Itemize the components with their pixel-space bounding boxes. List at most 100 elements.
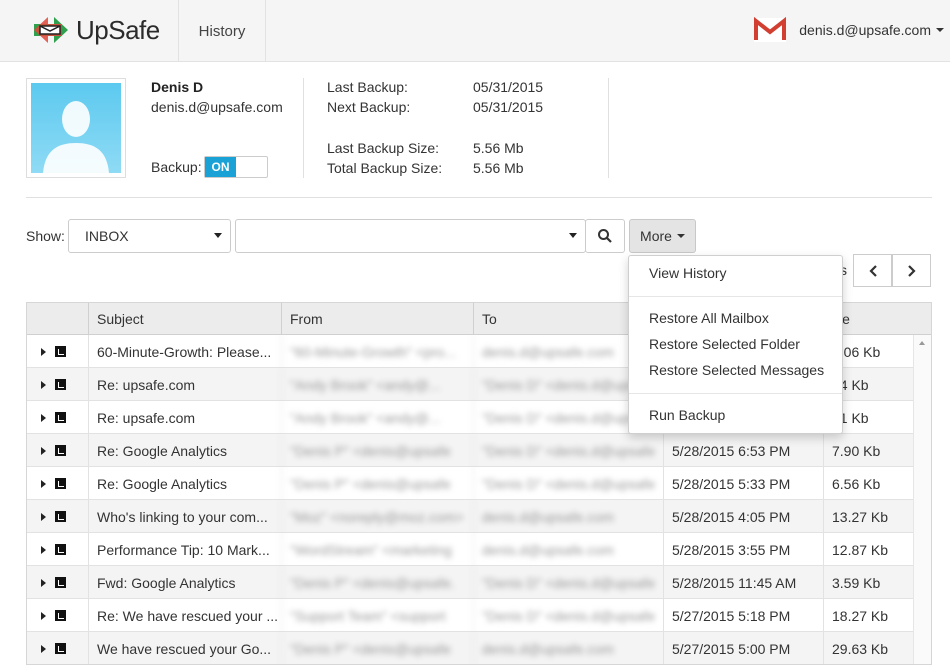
cell-subject: Performance Tip: 10 Mark... — [88, 533, 281, 566]
user-silhouette-icon — [31, 83, 121, 173]
profile-name: Denis D — [151, 79, 204, 95]
cell-from: "Denis P" <denis@upsafe — [281, 467, 473, 500]
open-message-icon[interactable] — [55, 643, 66, 654]
cell-size: 12.87 Kb — [823, 533, 915, 566]
open-message-icon[interactable] — [55, 610, 66, 621]
cell-subject: Re: upsafe.com — [88, 401, 281, 434]
backup-toggle[interactable]: ON — [204, 156, 268, 178]
cell-from: "Support Team" <support — [281, 599, 473, 632]
expand-arrow-icon[interactable] — [41, 645, 46, 653]
expand-arrow-icon[interactable] — [41, 348, 46, 356]
divider — [608, 78, 609, 178]
expand-arrow-icon[interactable] — [41, 513, 46, 521]
cell-to: "Denis D" <denis.d@upsafe — [473, 599, 663, 632]
caret-down-icon — [569, 233, 577, 238]
cell-from: "WordStream" <marketing — [281, 533, 473, 566]
folder-select-value: INBOX — [85, 228, 129, 244]
open-message-icon[interactable] — [55, 346, 66, 357]
nav-history[interactable]: History — [178, 0, 266, 62]
open-message-icon[interactable] — [55, 511, 66, 522]
cell-subject: Re: Google Analytics — [88, 434, 281, 467]
caret-down-icon — [214, 233, 222, 238]
table-row[interactable]: Re: Google Analytics "Denis P" <denis@ups… — [27, 467, 915, 500]
menu-run-backup[interactable]: Run Backup — [629, 402, 842, 428]
user-menu[interactable]: denis.d@upsafe.com — [753, 12, 944, 48]
last-backup-value: 05/31/2015 — [473, 79, 544, 95]
table-row[interactable]: Fwd: Google Analytics "Denis P" <denis@up… — [27, 566, 915, 599]
profile-panel: Denis D denis.d@upsafe.com Backup: ON La… — [26, 76, 932, 198]
expand-arrow-icon[interactable] — [41, 579, 46, 587]
backup-toggle-on: ON — [205, 157, 236, 177]
cell-from: "Denis P" <denis@upsafe. — [281, 566, 473, 599]
expand-arrow-icon[interactable] — [41, 447, 46, 455]
scrollbar[interactable] — [913, 335, 931, 664]
cell-size: 6.56 Kb — [823, 467, 915, 500]
cell-subject: Re: Google Analytics — [88, 467, 281, 500]
cell-from: "Denis P" <denis@upsafe — [281, 632, 473, 664]
open-message-icon[interactable] — [55, 412, 66, 423]
search-button[interactable] — [585, 219, 625, 253]
next-backup-label: Next Backup: — [327, 99, 411, 115]
menu-view-history[interactable]: View History — [629, 260, 842, 286]
cell-date: 5/28/2015 5:33 PM — [663, 467, 823, 500]
cell-date: 5/27/2015 5:18 PM — [663, 599, 823, 632]
cell-to: "Denis D" <denis.d@upsafe — [473, 566, 663, 599]
show-label: Show: — [26, 228, 65, 244]
scroll-up-icon[interactable] — [919, 341, 925, 345]
prev-page-button[interactable] — [853, 254, 892, 287]
more-button[interactable]: More — [629, 219, 696, 253]
header-from[interactable]: From — [281, 303, 473, 335]
table-row[interactable]: Re: We have rescued your ... "Support Tea… — [27, 599, 915, 632]
cell-from: "Denis P" <denis@upsafe — [281, 434, 473, 467]
next-page-button[interactable] — [892, 254, 931, 287]
menu-restore-all-mailbox[interactable]: Restore All Mailbox — [629, 305, 842, 331]
open-message-icon[interactable] — [55, 577, 66, 588]
cell-to: denis.d@upsafe.com — [473, 500, 663, 533]
cell-subject: Who's linking to your com... — [88, 500, 281, 533]
cell-from: "Andy Brook" <andy@... — [281, 401, 473, 434]
cell-from: "60-Minute-Growth" <pro... — [281, 335, 473, 368]
cell-from: "Andy Brook" <andy@... — [281, 368, 473, 401]
expand-arrow-icon[interactable] — [41, 612, 46, 620]
cell-subject: Re: We have rescued your ... — [88, 599, 281, 632]
cell-size: 29.63 Kb — [823, 632, 915, 664]
menu-restore-selected-messages[interactable]: Restore Selected Messages — [629, 357, 842, 383]
more-label: More — [640, 228, 672, 244]
table-row[interactable]: Performance Tip: 10 Mark... "WordStream" … — [27, 533, 915, 566]
menu-restore-selected-folder[interactable]: Restore Selected Folder — [629, 331, 842, 357]
cell-from: "Moz" <noreply@moz.com> — [281, 500, 473, 533]
header-subject[interactable]: Subject — [88, 303, 281, 335]
search-icon — [598, 229, 612, 243]
expand-arrow-icon[interactable] — [41, 480, 46, 488]
open-message-icon[interactable] — [55, 478, 66, 489]
profile-email: denis.d@upsafe.com — [151, 99, 283, 115]
cell-subject: We have rescued your Go... — [88, 632, 281, 664]
table-row[interactable]: We have rescued your Go... "Denis P" <den… — [27, 632, 915, 664]
expand-arrow-icon[interactable] — [41, 414, 46, 422]
avatar — [26, 78, 126, 178]
total-size-value: 5.56 Mb — [473, 160, 524, 176]
cell-date: 5/28/2015 4:05 PM — [663, 500, 823, 533]
next-backup-value: 05/31/2015 — [473, 99, 544, 115]
open-message-icon[interactable] — [55, 379, 66, 390]
upsafe-logo[interactable]: UpSafe — [32, 12, 160, 48]
brand-name: UpSafe — [76, 14, 160, 45]
table-row[interactable]: Who's linking to your com... "Moz" <norep… — [27, 500, 915, 533]
filter-select[interactable] — [235, 219, 586, 253]
user-email: denis.d@upsafe.com — [799, 22, 931, 38]
cell-to: denis.d@upsafe.com — [473, 632, 663, 664]
menu-divider — [629, 296, 842, 297]
expand-arrow-icon[interactable] — [41, 546, 46, 554]
folder-select[interactable]: INBOX — [68, 219, 231, 253]
cell-to: "Denis D" <denis.d@upsafe — [473, 434, 663, 467]
table-row[interactable]: Re: Google Analytics "Denis P" <denis@ups… — [27, 434, 915, 467]
cell-date: 5/28/2015 6:53 PM — [663, 434, 823, 467]
gmail-icon — [754, 17, 787, 42]
cell-size: 3.59 Kb — [823, 566, 915, 599]
last-size-value: 5.56 Mb — [473, 140, 524, 156]
open-message-icon[interactable] — [55, 445, 66, 456]
open-message-icon[interactable] — [55, 544, 66, 555]
chevron-down-icon — [676, 234, 685, 238]
expand-arrow-icon[interactable] — [41, 381, 46, 389]
total-size-label: Total Backup Size: — [327, 160, 443, 176]
